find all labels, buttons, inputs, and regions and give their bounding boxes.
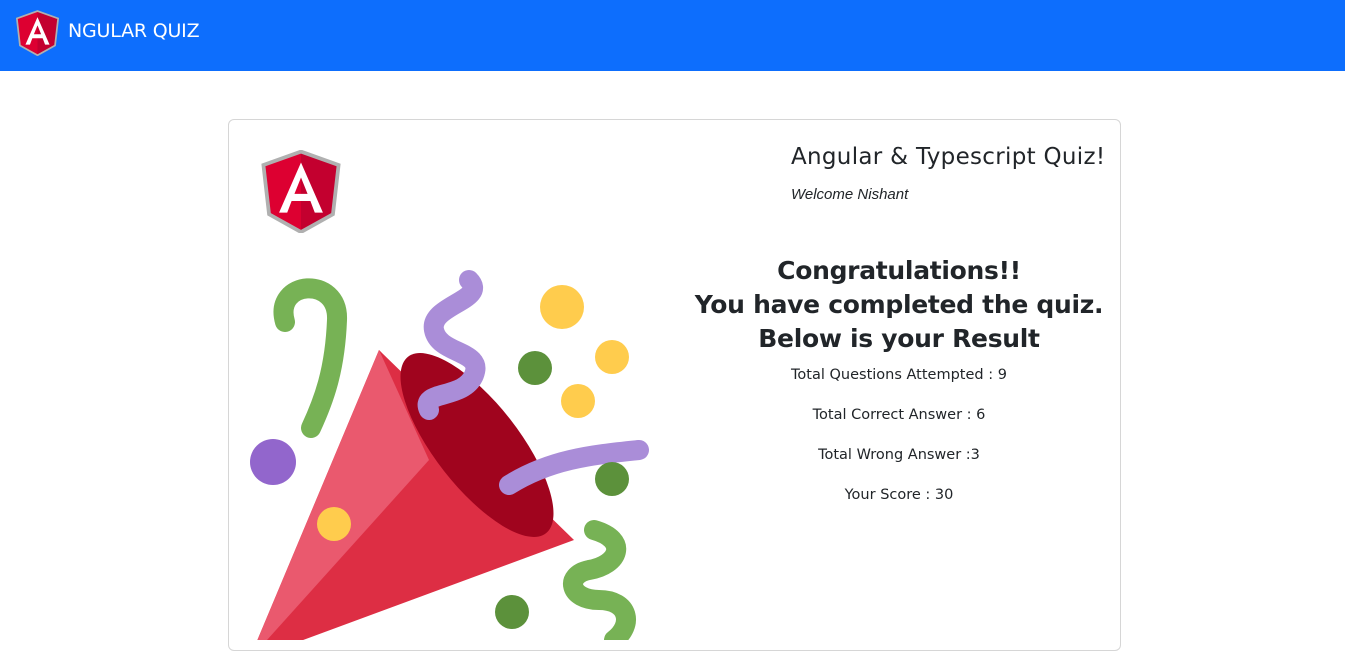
result-heading: Below is your Result xyxy=(758,324,1040,353)
result-card: Angular & Typescript Quiz! Welcome Nisha… xyxy=(228,119,1121,651)
total-wrong: Total Wrong Answer :3 xyxy=(818,447,980,463)
total-attempted: Total Questions Attempted : 9 xyxy=(791,367,1007,383)
completed-heading: You have completed the quiz. xyxy=(694,290,1104,319)
angular-logo-icon[interactable] xyxy=(16,10,59,56)
angular-logo-icon xyxy=(261,150,341,233)
total-correct: Total Correct Answer : 6 xyxy=(812,407,986,423)
top-navbar: NGULAR QUIZ xyxy=(0,0,1345,71)
your-score: Your Score : 30 xyxy=(844,487,954,503)
welcome-message: Welcome Nishant xyxy=(791,186,909,203)
party-popper-icon xyxy=(250,270,649,640)
congratulations-heading: Congratulations!! xyxy=(777,256,1021,285)
quiz-title: Angular & Typescript Quiz! xyxy=(791,144,1106,170)
app-title[interactable]: NGULAR QUIZ xyxy=(68,19,200,43)
result-stats: Total Questions Attempted : 9 Total Corr… xyxy=(674,355,1120,515)
result-section: Congratulations!! You have completed the… xyxy=(674,254,1120,515)
